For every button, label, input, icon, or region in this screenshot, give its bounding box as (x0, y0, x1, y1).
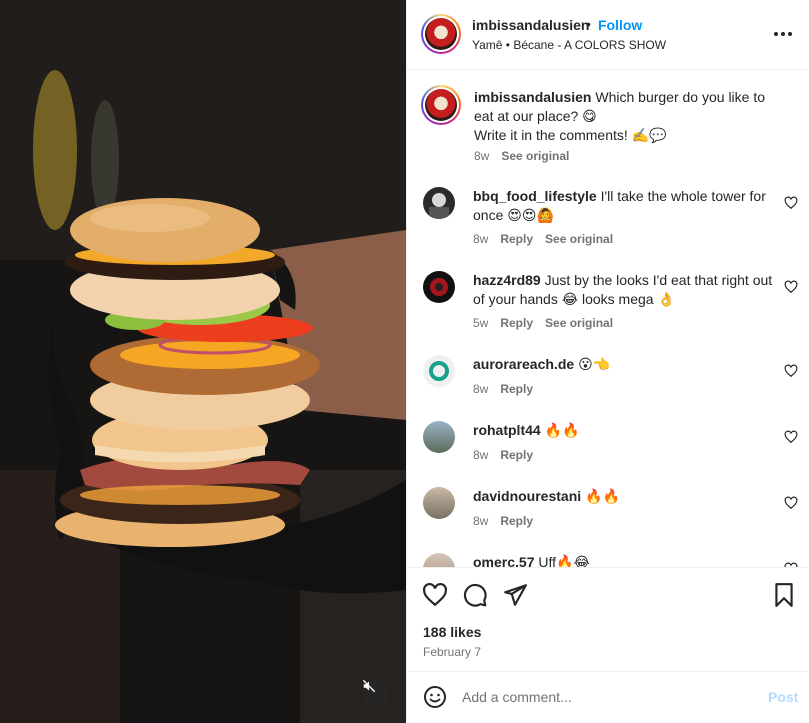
comment-body: bbq_food_lifestyle I'll take the whole t… (473, 187, 773, 225)
comment-username[interactable]: aurorareach.de (473, 356, 574, 372)
see-original-button[interactable]: See original (545, 232, 613, 246)
header-separator: • (586, 16, 591, 32)
heart-icon[interactable] (784, 364, 798, 378)
comment-username[interactable]: bbq_food_lifestyle (473, 188, 597, 204)
reply-button[interactable]: Reply (500, 514, 533, 528)
author-avatar[interactable] (421, 14, 461, 54)
comment-username[interactable]: rohatplt44 (473, 422, 541, 438)
comment-meta: 8w Reply (473, 382, 533, 396)
caption-username[interactable]: imbissandalusien (474, 89, 591, 105)
commenter-avatar[interactable] (423, 187, 455, 219)
commenter-avatar[interactable] (423, 487, 455, 519)
comment-text: 🔥🔥 (585, 488, 620, 504)
reply-button[interactable]: Reply (500, 232, 533, 246)
reply-button[interactable]: Reply (500, 448, 533, 462)
comment-time: 8w (473, 514, 489, 528)
comment-time: 8w (473, 382, 489, 396)
heart-icon[interactable] (784, 496, 798, 510)
comment-time: 5w (473, 316, 489, 330)
comment-time: 8w (473, 232, 489, 246)
mute-button[interactable] (362, 679, 390, 707)
post-actions: 188 likes February 7 (407, 567, 809, 671)
reply-button[interactable]: Reply (500, 382, 533, 396)
comment-time: 8w (473, 448, 489, 462)
heart-icon[interactable] (784, 430, 798, 444)
caption-see-original[interactable]: See original (501, 149, 569, 163)
see-original-button[interactable]: See original (545, 316, 613, 330)
comment-meta: 8w Reply (473, 448, 533, 462)
comment-meta: 8w Reply See original (473, 232, 613, 246)
comment-text: 🔥🔥 (544, 422, 580, 438)
comment-body: davidnourestani 🔥🔥 (473, 487, 773, 506)
commenter-avatar[interactable] (423, 421, 455, 453)
comment-meta: 5w Reply See original (473, 316, 613, 330)
comments-scroll-area[interactable]: imbissandalusien Which burger do you lik… (407, 71, 809, 567)
commenter-avatar[interactable] (423, 271, 455, 303)
reply-button[interactable]: Reply (500, 316, 533, 330)
author-username[interactable]: imbissandalusien (472, 17, 589, 33)
comment-body: hazz4rd89 Just by the looks I'd eat that… (473, 271, 773, 309)
speaker-muted-icon (363, 680, 375, 692)
post-side-panel: imbissandalusien • Follow Yamê • Bécane … (406, 0, 809, 723)
share-icon[interactable] (502, 582, 528, 608)
post-date: February 7 (423, 645, 482, 659)
follow-button[interactable]: Follow (598, 17, 642, 33)
caption-line-2: Write it in the comments! ✍️💬 (474, 127, 667, 143)
caption: imbissandalusien Which burger do you lik… (474, 88, 774, 145)
post-header: imbissandalusien • Follow Yamê • Bécane … (407, 0, 809, 70)
emoji-icon[interactable] (423, 685, 447, 709)
commenter-avatar[interactable] (423, 553, 455, 567)
likes-count[interactable]: 188 likes (423, 624, 481, 640)
comment-username[interactable]: davidnourestani (473, 488, 581, 504)
comment-meta: 8w Reply (473, 514, 533, 528)
post-media[interactable] (0, 0, 406, 723)
bookmark-icon[interactable] (771, 582, 797, 608)
more-horizontal-icon[interactable] (773, 22, 793, 46)
comment-text: 😮👈 (578, 356, 611, 372)
commenter-avatar[interactable] (423, 355, 455, 387)
burger-photo (0, 0, 406, 723)
comment-username[interactable]: omerc.57 (473, 554, 534, 567)
post-comment-button[interactable]: Post (768, 689, 798, 705)
comment-body: omerc.57 Uff🔥😂 (473, 553, 773, 567)
comment-input[interactable] (462, 686, 752, 708)
audio-track-link[interactable]: Yamê • Bécane - A COLORS SHOW (472, 38, 666, 52)
caption-meta: 8w See original (474, 149, 569, 163)
comment-composer: Post (407, 671, 809, 723)
caption-time: 8w (474, 149, 490, 163)
heart-icon[interactable] (784, 196, 798, 210)
heart-icon[interactable] (784, 280, 798, 294)
comment-username[interactable]: hazz4rd89 (473, 272, 541, 288)
comment-icon[interactable] (462, 582, 488, 608)
comment-body: rohatplt44 🔥🔥 (473, 421, 773, 440)
comment-body: aurorareach.de 😮👈 (473, 355, 773, 374)
caption-author-avatar[interactable] (421, 85, 461, 125)
comment-text: Uff🔥😂 (538, 554, 590, 567)
heart-icon[interactable] (422, 582, 448, 608)
